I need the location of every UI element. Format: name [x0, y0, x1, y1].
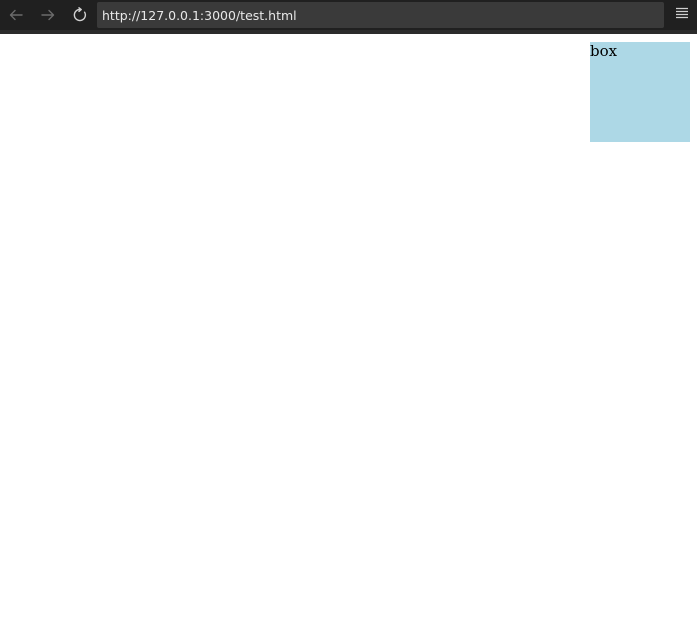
page-content: box: [0, 34, 697, 621]
box-label: box: [590, 42, 618, 60]
arrow-left-icon: [8, 7, 24, 23]
address-bar[interactable]: http://127.0.0.1:3000/test.html: [97, 2, 664, 28]
browser-toolbar: http://127.0.0.1:3000/test.html: [0, 0, 697, 34]
menu-button[interactable]: [670, 2, 694, 28]
browser-window: http://127.0.0.1:3000/test.html box: [0, 0, 697, 621]
forward-button[interactable]: [35, 2, 61, 28]
arrow-right-icon: [40, 7, 56, 23]
reload-icon: [72, 7, 88, 23]
reload-button[interactable]: [67, 2, 93, 28]
url-text: http://127.0.0.1:3000/test.html: [102, 7, 297, 23]
blue-box: box: [590, 42, 690, 142]
back-button[interactable]: [3, 2, 29, 28]
hamburger-menu-icon: [675, 6, 689, 25]
